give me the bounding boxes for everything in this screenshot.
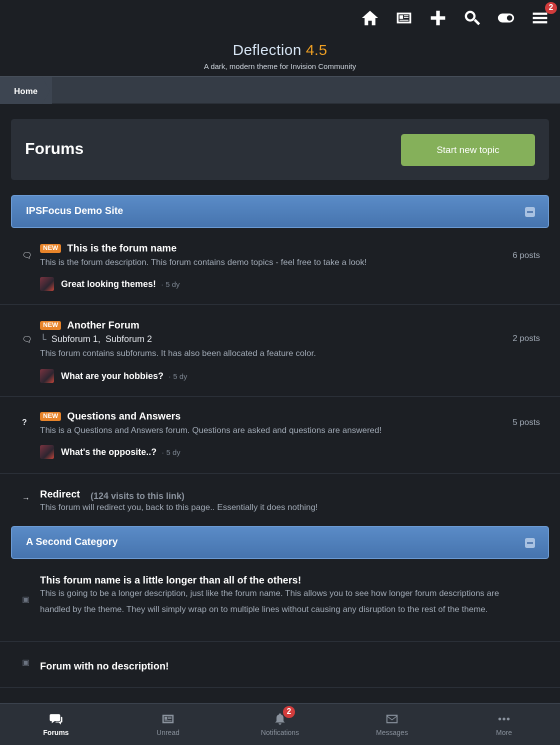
- newspaper-icon: [162, 714, 174, 724]
- menu-icon[interactable]: 2: [530, 2, 557, 28]
- breadcrumb: Home: [0, 76, 560, 104]
- brand-version: 4.5: [305, 42, 328, 59]
- last-post-time: 5 dy: [165, 279, 180, 289]
- forum-description: This is a Questions and Answers forum. Q…: [40, 425, 382, 435]
- notifications-badge: 2: [283, 706, 295, 718]
- forum-row: ? NEW Questions and Answers This is a Que…: [0, 397, 560, 474]
- brand-tagline: A dark, modern theme for Invision Commun…: [203, 62, 357, 71]
- brand-name: Deflection: [232, 42, 302, 59]
- tab-notifications[interactable]: 2 Notifications: [224, 704, 336, 745]
- forum-description: This forum contains subforums. It has al…: [40, 348, 316, 358]
- last-post-title[interactable]: Great looking themes!: [61, 279, 156, 289]
- forum-row: → Redirect (124 visits to this link) Thi…: [0, 474, 560, 522]
- site-logo[interactable]: Deflection 4.5 A dark, modern theme for …: [0, 42, 560, 71]
- page-header: Forums Start new topic: [11, 119, 549, 180]
- category-title[interactable]: IPSFocus Demo Site: [26, 206, 123, 217]
- last-post-time: 5 dy: [173, 371, 188, 381]
- category-header[interactable]: A Second Category: [11, 526, 549, 559]
- collapse-icon[interactable]: [525, 538, 535, 548]
- folder-icon: ▣: [22, 595, 30, 604]
- forum-name[interactable]: Forum with no description!: [40, 661, 169, 672]
- forum-description: This forum will redirect you, back to th…: [40, 502, 318, 512]
- tab-label: More: [496, 730, 512, 737]
- forum-row: ▣ Forum with no description!: [0, 642, 560, 688]
- tab-label: Forums: [43, 730, 69, 737]
- category-header[interactable]: IPSFocus Demo Site: [11, 195, 549, 228]
- bottom-navigation: Forums Unread 2 Notifications Messages M…: [0, 703, 560, 745]
- tab-unread[interactable]: Unread: [112, 704, 224, 745]
- new-badge: NEW: [40, 412, 62, 422]
- more-icon: [498, 717, 510, 721]
- collapse-icon[interactable]: [525, 207, 535, 217]
- home-icon[interactable]: [360, 8, 380, 28]
- forum-row: ▣ This forum name is a little longer tha…: [0, 562, 560, 642]
- avatar[interactable]: [40, 445, 54, 459]
- category-title[interactable]: A Second Category: [26, 537, 118, 548]
- envelope-icon: [386, 714, 398, 724]
- post-count: 6 posts: [512, 250, 540, 260]
- search-icon[interactable]: [462, 8, 482, 28]
- question-icon: ?: [22, 418, 27, 427]
- last-post-title[interactable]: What are your hobbies?: [61, 371, 164, 381]
- tab-forums[interactable]: Forums: [0, 704, 112, 745]
- forum-name[interactable]: Questions and Answers: [67, 411, 181, 422]
- start-new-topic-button[interactable]: Start new topic: [401, 134, 535, 166]
- forum-name[interactable]: This is the forum name: [67, 243, 176, 254]
- subforum-link[interactable]: Subforum 2: [105, 334, 152, 344]
- tab-label: Notifications: [260, 730, 300, 737]
- newspaper-icon[interactable]: [394, 8, 414, 28]
- toggle-icon[interactable]: [496, 8, 516, 28]
- forum-description: This is going to be a longer description…: [40, 588, 500, 614]
- avatar[interactable]: [40, 369, 54, 383]
- forum-name[interactable]: Another Forum: [67, 320, 139, 331]
- page-title: Forums: [25, 141, 84, 158]
- tab-label: Messages: [376, 730, 408, 737]
- last-post-time: 5 dy: [166, 447, 181, 457]
- forum-description: This is the forum description. This foru…: [40, 257, 367, 267]
- tab-messages[interactable]: Messages: [336, 704, 448, 745]
- redirect-arrow-icon: →: [22, 493, 30, 502]
- forum-name[interactable]: Redirect: [40, 489, 80, 500]
- chat-icon: 🗨︎: [22, 335, 33, 344]
- breadcrumb-arrow: [42, 77, 50, 104]
- plus-icon[interactable]: [428, 8, 448, 28]
- new-badge: NEW: [40, 321, 62, 331]
- chat-icon: [49, 714, 63, 725]
- forum-row: 🗨︎ NEW Another Forum └ Subforum 1, Subforu…: [0, 305, 560, 397]
- forum-row: 🗨︎ NEW This is the forum name This is the…: [0, 230, 560, 305]
- avatar[interactable]: [40, 277, 54, 291]
- new-badge: NEW: [40, 244, 62, 254]
- subforum-list: └ Subforum 1, Subforum 2: [40, 334, 152, 344]
- tab-more[interactable]: More: [448, 704, 560, 745]
- subforum-link[interactable]: Subforum 1,: [51, 334, 100, 344]
- chat-icon: 🗨︎: [22, 251, 33, 260]
- tab-label: Unread: [156, 730, 180, 737]
- forum-name[interactable]: This forum name is a little longer than …: [40, 575, 301, 586]
- menu-badge: 2: [545, 2, 557, 14]
- last-post-title[interactable]: What's the opposite..?: [61, 447, 157, 457]
- post-count: 2 posts: [512, 333, 540, 343]
- folder-icon: ▣: [22, 658, 30, 667]
- post-count: 5 posts: [512, 417, 540, 427]
- top-bar: 2: [0, 0, 560, 36]
